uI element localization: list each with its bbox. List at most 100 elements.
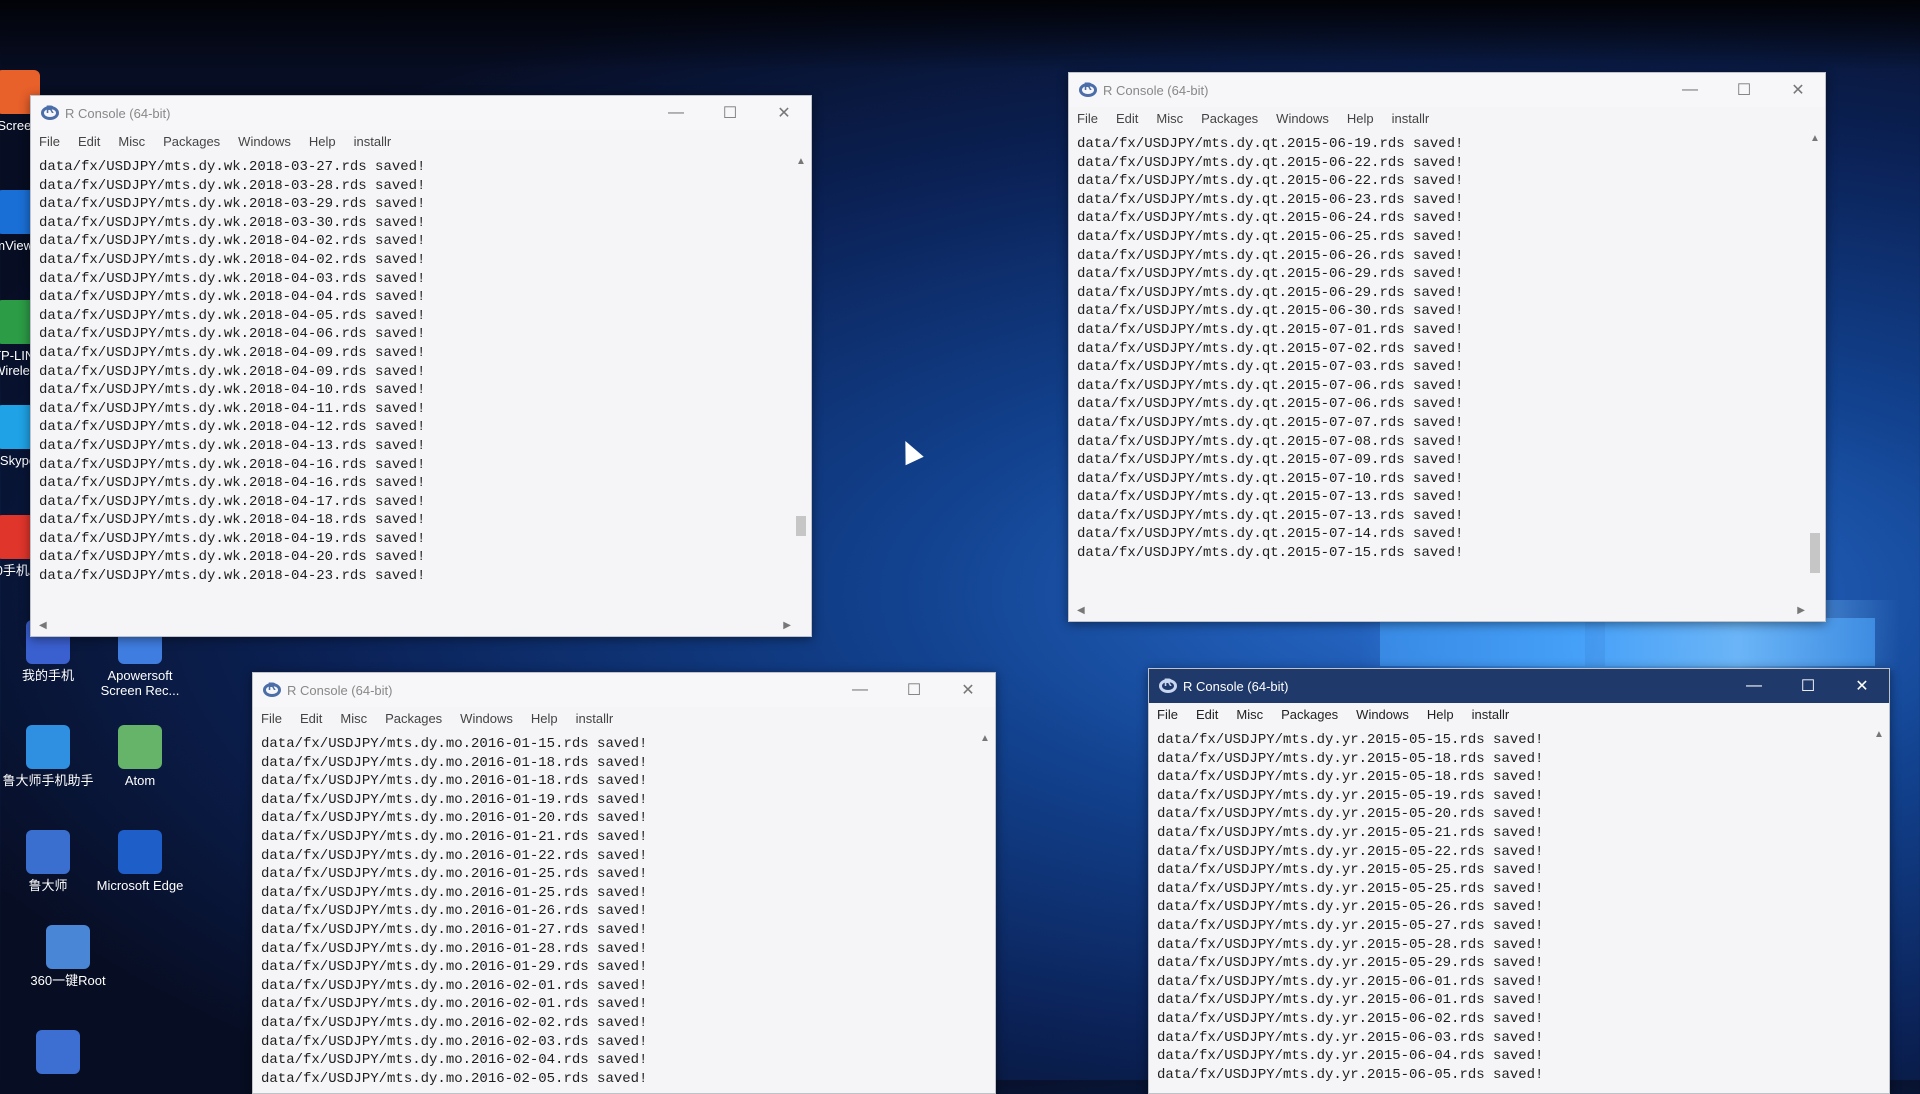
menu-item-windows[interactable]: Windows — [238, 134, 291, 149]
console-output[interactable]: data/fx/USDJPY/mts.dy.wk.2018-03-27.rds … — [39, 158, 789, 618]
menu-item-installr[interactable]: installr — [1392, 111, 1430, 126]
console-line: data/fx/USDJPY/mts.dy.qt.2015-07-10.rds … — [1077, 470, 1464, 487]
vertical-scrollbar[interactable]: ▲ — [977, 733, 993, 1075]
menu-item-packages[interactable]: Packages — [385, 711, 442, 726]
menu-item-misc[interactable]: Misc — [1156, 111, 1183, 126]
menu-item-file[interactable]: File — [1157, 707, 1178, 722]
desktop-icon[interactable]: Atom — [92, 725, 188, 788]
menu-item-packages[interactable]: Packages — [1201, 111, 1258, 126]
desktop-icon[interactable]: Microsoft Edge — [92, 830, 188, 893]
maximize-icon[interactable]: ☐ — [1781, 676, 1835, 696]
menu-item-installr[interactable]: installr — [1472, 707, 1510, 722]
close-icon[interactable]: ✕ — [1771, 80, 1825, 100]
console-line: data/fx/USDJPY/mts.dy.wk.2018-03-29.rds … — [39, 196, 426, 213]
scroll-right-icon[interactable]: ▶ — [783, 620, 791, 634]
r-console-window-yearly[interactable]: R Console (64-bit) — ☐ ✕ File Edit Misc Pac… — [1148, 668, 1890, 1094]
r-console-window-weekly[interactable]: R Console (64-bit) — ☐ ✕ File Edit Misc Pac… — [30, 95, 812, 637]
desktop-icon[interactable]: 鲁大师手机助手 — [0, 725, 96, 788]
window-title: R Console (64-bit) — [65, 105, 171, 121]
menu-item-misc[interactable]: Misc — [340, 711, 367, 726]
close-icon[interactable]: ✕ — [757, 103, 811, 123]
vertical-scrollbar[interactable]: ▲ — [1871, 729, 1887, 1075]
scroll-thumb[interactable] — [1810, 533, 1820, 573]
console-line: data/fx/USDJPY/mts.dy.mo.2016-02-01.rds … — [261, 977, 648, 994]
menu-item-help[interactable]: Help — [1427, 707, 1454, 722]
console-line: data/fx/USDJPY/mts.dy.wk.2018-04-23.rds … — [39, 568, 426, 585]
scroll-left-icon[interactable]: ◀ — [39, 620, 47, 634]
minimize-icon[interactable]: — — [1663, 81, 1717, 99]
menu-bar: File Edit Misc Packages Windows Help installr — [31, 130, 811, 152]
menu-item-help[interactable]: Help — [309, 134, 336, 149]
menu-item-edit[interactable]: Edit — [1116, 111, 1138, 126]
menu-item-packages[interactable]: Packages — [163, 134, 220, 149]
console-line: data/fx/USDJPY/mts.dy.mo.2016-01-27.rds … — [261, 921, 648, 938]
maximize-icon[interactable]: ☐ — [887, 680, 941, 700]
console-line: data/fx/USDJPY/mts.dy.qt.2015-07-15.rds … — [1077, 545, 1464, 562]
desktop-icon[interactable]: 鲁大师 — [0, 830, 96, 893]
scroll-thumb[interactable] — [796, 516, 806, 536]
menu-item-file[interactable]: File — [39, 134, 60, 149]
menu-item-help[interactable]: Help — [1347, 111, 1374, 126]
console-line: data/fx/USDJPY/mts.dy.yr.2015-05-29.rds … — [1157, 955, 1544, 972]
console-line: data/fx/USDJPY/mts.dy.qt.2015-07-08.rds … — [1077, 433, 1464, 450]
window-titlebar[interactable]: R Console (64-bit) — ☐ ✕ — [253, 673, 995, 707]
vertical-scrollbar[interactable]: ▲ — [793, 156, 809, 618]
close-icon[interactable]: ✕ — [941, 680, 995, 700]
menu-item-misc[interactable]: Misc — [1236, 707, 1263, 722]
scroll-left-icon[interactable]: ◀ — [1077, 605, 1085, 619]
minimize-icon[interactable]: — — [649, 104, 703, 122]
window-title: R Console (64-bit) — [1103, 82, 1209, 98]
console-output[interactable]: data/fx/USDJPY/mts.dy.mo.2016-01-15.rds … — [261, 735, 973, 1093]
menu-item-packages[interactable]: Packages — [1281, 707, 1338, 722]
maximize-icon[interactable]: ☐ — [1717, 80, 1771, 100]
menu-item-windows[interactable]: Windows — [1276, 111, 1329, 126]
console-line: data/fx/USDJPY/mts.dy.mo.2016-01-18.rds … — [261, 754, 648, 771]
console-line: data/fx/USDJPY/mts.dy.yr.2015-05-21.rds … — [1157, 824, 1544, 841]
console-line: data/fx/USDJPY/mts.dy.mo.2016-01-28.rds … — [261, 940, 648, 957]
console-line: data/fx/USDJPY/mts.dy.wk.2018-04-06.rds … — [39, 326, 426, 343]
console-line: data/fx/USDJPY/mts.dy.qt.2015-07-14.rds … — [1077, 526, 1464, 543]
console-line: data/fx/USDJPY/mts.dy.qt.2015-07-01.rds … — [1077, 321, 1464, 338]
console-line: data/fx/USDJPY/mts.dy.yr.2015-05-28.rds … — [1157, 936, 1544, 953]
minimize-icon[interactable]: — — [1727, 677, 1781, 695]
console-line: data/fx/USDJPY/mts.dy.wk.2018-04-03.rds … — [39, 270, 426, 287]
menu-item-misc[interactable]: Misc — [118, 134, 145, 149]
horizontal-scrollbar[interactable]: ◀ ▶ — [1077, 605, 1805, 619]
console-line: data/fx/USDJPY/mts.dy.wk.2018-04-11.rds … — [39, 400, 426, 417]
menu-item-windows[interactable]: Windows — [1356, 707, 1409, 722]
close-icon[interactable]: ✕ — [1835, 676, 1889, 696]
menu-item-file[interactable]: File — [261, 711, 282, 726]
menu-item-edit[interactable]: Edit — [300, 711, 322, 726]
menu-item-help[interactable]: Help — [531, 711, 558, 726]
console-line: data/fx/USDJPY/mts.dy.yr.2015-05-22.rds … — [1157, 843, 1544, 860]
window-titlebar[interactable]: R Console (64-bit) — ☐ ✕ — [1069, 73, 1825, 107]
console-line: data/fx/USDJPY/mts.dy.qt.2015-07-13.rds … — [1077, 489, 1464, 506]
console-line: data/fx/USDJPY/mts.dy.qt.2015-06-29.rds … — [1077, 284, 1464, 301]
menu-item-installr[interactable]: installr — [576, 711, 614, 726]
r-console-window-monthly[interactable]: R Console (64-bit) — ☐ ✕ File Edit Misc Pac… — [252, 672, 996, 1094]
scroll-right-icon[interactable]: ▶ — [1797, 605, 1805, 619]
desktop-icon[interactable]: 360一键Root — [20, 925, 116, 988]
horizontal-scrollbar[interactable]: ◀ ▶ — [39, 620, 791, 634]
console-line: data/fx/USDJPY/mts.dy.qt.2015-06-30.rds … — [1077, 303, 1464, 320]
menu-item-edit[interactable]: Edit — [78, 134, 100, 149]
window-titlebar[interactable]: R Console (64-bit) — ☐ ✕ — [1149, 669, 1889, 703]
console-output[interactable]: data/fx/USDJPY/mts.dy.yr.2015-05-15.rds … — [1157, 731, 1867, 1093]
console-line: data/fx/USDJPY/mts.dy.mo.2016-01-20.rds … — [261, 810, 648, 827]
menu-item-windows[interactable]: Windows — [460, 711, 513, 726]
vertical-scrollbar[interactable]: ▲ — [1807, 133, 1823, 603]
window-titlebar[interactable]: R Console (64-bit) — ☐ ✕ — [31, 96, 811, 130]
r-console-window-quarterly[interactable]: R Console (64-bit) — ☐ ✕ File Edit Misc Pac… — [1068, 72, 1826, 622]
menu-item-edit[interactable]: Edit — [1196, 707, 1218, 722]
console-line: data/fx/USDJPY/mts.dy.mo.2016-01-22.rds … — [261, 847, 648, 864]
console-output[interactable]: data/fx/USDJPY/mts.dy.qt.2015-06-19.rds … — [1077, 135, 1803, 603]
maximize-icon[interactable]: ☐ — [703, 103, 757, 123]
console-line: data/fx/USDJPY/mts.dy.yr.2015-06-01.rds … — [1157, 992, 1544, 1009]
menu-item-file[interactable]: File — [1077, 111, 1098, 126]
console-line: data/fx/USDJPY/mts.dy.yr.2015-06-01.rds … — [1157, 973, 1544, 990]
minimize-icon[interactable]: — — [833, 681, 887, 699]
console-line: data/fx/USDJPY/mts.dy.yr.2015-05-25.rds … — [1157, 862, 1544, 879]
menu-item-installr[interactable]: installr — [354, 134, 392, 149]
console-line: data/fx/USDJPY/mts.dy.wk.2018-04-04.rds … — [39, 289, 426, 306]
desktop-icon[interactable] — [10, 1030, 106, 1078]
